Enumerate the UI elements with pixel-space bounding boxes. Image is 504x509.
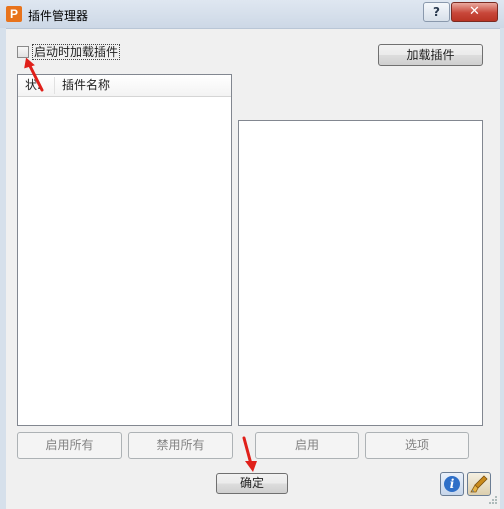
annotation-arrow-ok-icon (242, 436, 257, 472)
title-bar: P 插件管理器 ? ✕ (0, 0, 504, 29)
background-tab (340, 4, 346, 20)
help-button[interactable]: ? (423, 2, 450, 22)
load-on-startup-checkbox[interactable] (17, 46, 29, 58)
background-tab (140, 4, 146, 20)
app-logo-icon: P (6, 6, 22, 22)
background-tab (210, 4, 216, 20)
brush-icon (470, 475, 488, 493)
background-tab (270, 4, 276, 20)
ok-button[interactable]: 确定 (216, 473, 288, 494)
plugin-list[interactable]: 状. 插件名称 (17, 74, 232, 426)
skin-brush-icon[interactable] (467, 472, 491, 496)
disable-all-button[interactable]: 禁用所有 (128, 432, 233, 459)
enable-button[interactable]: 启用 (255, 432, 359, 459)
enable-all-button[interactable]: 启用所有 (17, 432, 122, 459)
plugin-detail-panel (238, 120, 483, 426)
column-divider[interactable] (54, 77, 55, 94)
window-title: 插件管理器 (28, 9, 89, 23)
close-button[interactable]: ✕ (451, 2, 498, 22)
info-icon[interactable]: i (440, 472, 464, 496)
window-frame-left (0, 28, 6, 509)
resize-grip-icon[interactable] (488, 495, 498, 505)
annotation-arrow-checkbox-icon (24, 58, 44, 92)
plugin-list-header: 状. 插件名称 (18, 75, 231, 97)
load-plugin-button[interactable]: 加载插件 (378, 44, 483, 66)
window-frame-right (500, 28, 504, 509)
column-plugin-name-header[interactable]: 插件名称 (62, 75, 110, 96)
options-button[interactable]: 选项 (365, 432, 469, 459)
info-glyph-icon: i (444, 476, 460, 492)
background-tab (390, 4, 396, 20)
